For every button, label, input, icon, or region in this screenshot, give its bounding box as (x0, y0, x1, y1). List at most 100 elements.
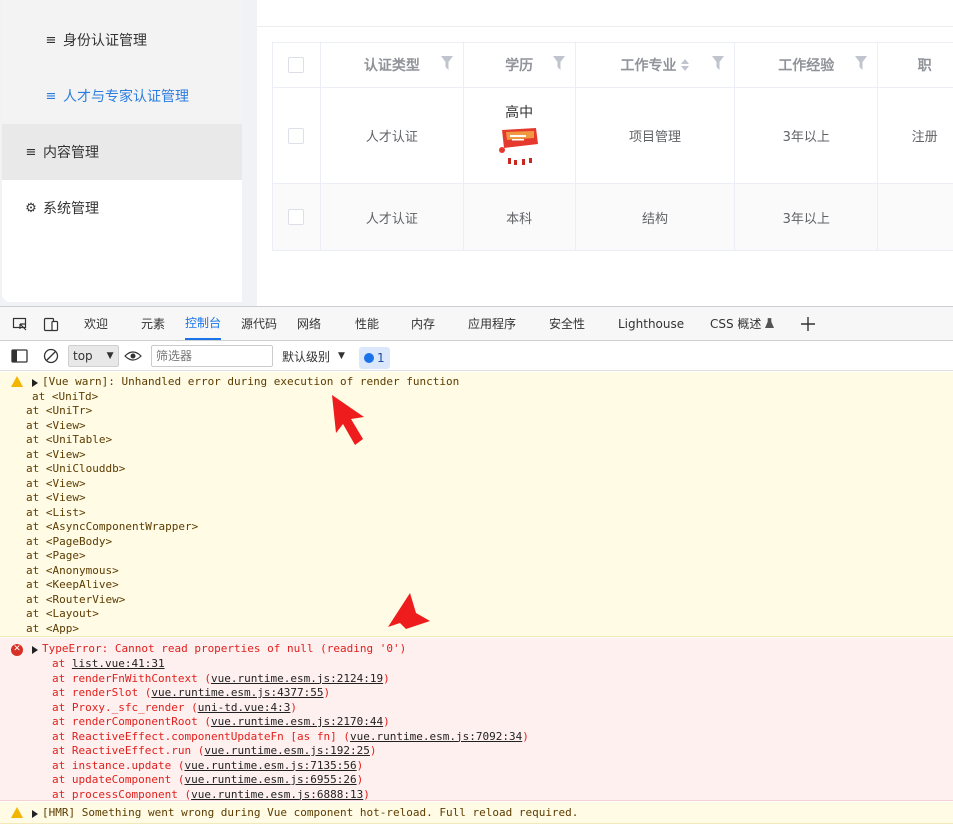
tab-sources[interactable]: 源代码 (241, 307, 277, 340)
stack-frame: at <App> (26, 621, 79, 635)
stack-frame: at <UniTable> (26, 433, 113, 446)
certificate-thumbnail-image[interactable] (496, 125, 543, 170)
sidebar: ≡ 身份认证管理 ≡ 人才与专家认证管理 ≡ 内容管理 ⚙ 系统管理 (2, 0, 242, 302)
source-link[interactable]: vue.runtime.esm.js:6888:13 (191, 788, 363, 801)
source-link[interactable]: vue.runtime.esm.js:6955:26 (184, 773, 356, 786)
warning-title: [HMR] Something went wrong during Vue co… (42, 806, 579, 819)
chevron-down-icon: ▼ (106, 351, 114, 361)
tab-console[interactable]: 控制台 (185, 307, 222, 340)
cell-auth-type: 人才认证 (320, 184, 464, 251)
stack-frame: at <PageBody> (26, 534, 113, 548)
inspect-element-icon[interactable] (12, 316, 28, 332)
stack-frame-function: at instance.update ( (52, 758, 185, 772)
expand-triangle-icon[interactable] (32, 810, 38, 818)
stack-frame-function: at Proxy._sfc_render ( (52, 700, 198, 714)
source-link[interactable]: vue.runtime.esm.js:7135:56 (184, 759, 356, 772)
clear-console-icon[interactable] (43, 348, 59, 364)
console-filter-input[interactable] (151, 345, 273, 367)
context-value: top (73, 349, 93, 363)
log-level-dropdown[interactable]: 默认级别 ▼ (282, 345, 345, 367)
flask-icon (765, 318, 775, 328)
gear-icon: ⚙ (25, 200, 37, 216)
sidebar-item-label: 系统管理 (43, 201, 99, 217)
cell-major: 结构 (575, 184, 736, 251)
source-link[interactable]: vue.runtime.esm.js:2124:19 (211, 672, 383, 685)
device-emulation-icon[interactable] (43, 316, 59, 332)
expand-triangle-icon[interactable] (32, 646, 38, 654)
cell-experience: 3年以上 (735, 184, 879, 251)
cell-title: 注册 (878, 88, 953, 184)
tab-memory[interactable]: 内存 (411, 307, 435, 340)
source-link[interactable]: vue.runtime.esm.js:4377:55 (151, 686, 323, 699)
tab-css-overview[interactable]: CSS 概述 (710, 307, 775, 340)
tab-security[interactable]: 安全性 (549, 307, 585, 340)
row-checkbox-cell (273, 88, 321, 184)
stack-frame-end: ) (363, 787, 370, 801)
table-row[interactable]: 人才认证 本科 结构 3年以上 (273, 184, 953, 251)
filter-icon[interactable] (855, 56, 868, 70)
row-checkbox[interactable] (288, 127, 305, 144)
stack-frame: at <View> (26, 418, 86, 432)
stack-frame: at renderFnWithContext (vue.runtime.esm.… (52, 672, 390, 687)
stack-frame: at <View> (26, 476, 86, 490)
tab-lighthouse[interactable]: Lighthouse (618, 307, 684, 340)
header-label: 职 (917, 58, 932, 74)
annotation-arrow-icon (388, 593, 430, 629)
tab-network[interactable]: 网络 (297, 307, 321, 340)
stack-frame: at <Layout> (26, 607, 99, 620)
sidebar-item-system[interactable]: ⚙ 系统管理 (2, 180, 242, 236)
add-tab-icon[interactable] (800, 316, 816, 332)
context-selector[interactable]: top ▼ (68, 345, 119, 367)
header-label: 工作经验 (778, 58, 835, 74)
row-checkbox[interactable] (288, 209, 305, 225)
header-divider (257, 26, 953, 27)
stack-frame: at <List> (26, 505, 86, 519)
source-link[interactable]: vue.runtime.esm.js:2170:44 (211, 715, 383, 728)
source-link[interactable]: list.vue:41:31 (72, 657, 165, 670)
log-level-value: 默认级别 (282, 349, 331, 364)
expand-triangle-icon[interactable] (32, 379, 38, 387)
cell-major: 项目管理 (575, 88, 736, 184)
console-toolbar: top ▼ 默认级别 ▼ 1 (0, 341, 953, 371)
table-row[interactable]: 人才认证 高中 项目管理 3年以上 注册 (273, 88, 953, 184)
filter-icon[interactable] (440, 56, 453, 70)
tab-welcome[interactable]: 欢迎 (84, 307, 108, 340)
tab-performance[interactable]: 性能 (355, 307, 379, 340)
sidebar-item-content[interactable]: ≡ 内容管理 (2, 124, 242, 180)
header-cell-title: 职 (878, 43, 953, 88)
sort-icon[interactable] (681, 59, 690, 71)
issues-badge[interactable]: 1 (359, 347, 390, 369)
stack-frame: at instance.update (vue.runtime.esm.js:7… (52, 759, 363, 774)
sidebar-item-talent-expert-auth[interactable]: ≡ 人才与专家认证管理 (2, 68, 242, 124)
stack-frame: at <KeepAlive> (26, 578, 119, 591)
console-error-message: ✕ TypeError: Cannot read properties of n… (0, 638, 953, 801)
source-link[interactable]: vue.runtime.esm.js:192:25 (204, 744, 370, 757)
header-checkbox-cell (273, 43, 321, 88)
select-all-checkbox[interactable] (288, 57, 305, 73)
stack-frame: at processComponent (vue.runtime.esm.js:… (52, 788, 370, 803)
tab-elements[interactable]: 元素 (141, 307, 165, 340)
list-icon: ≡ (45, 88, 57, 104)
stack-frame: at renderComponentRoot (vue.runtime.esm.… (52, 715, 390, 730)
stack-frame: at updateComponent (vue.runtime.esm.js:6… (52, 773, 363, 788)
source-link[interactable]: uni-td.vue:4:3 (198, 701, 291, 714)
devtools-tab-bar: 欢迎 元素 控制台 源代码 网络 性能 内存 应用程序 安全性 Lighthou… (0, 307, 953, 341)
source-link[interactable]: vue.runtime.esm.js:7092:34 (350, 730, 522, 743)
issues-count: 1 (377, 351, 385, 365)
table-header-row: 认证类型 学历 工作专业 工作经验 职 (273, 43, 953, 88)
sidebar-toggle-icon[interactable] (11, 349, 28, 363)
stack-frame-end: ) (323, 686, 331, 699)
stack-frame-function: at processComponent ( (52, 787, 192, 801)
filter-icon[interactable] (712, 56, 725, 70)
filter-icon[interactable] (552, 56, 565, 70)
app-area: ≡ 身份认证管理 ≡ 人才与专家认证管理 ≡ 内容管理 ⚙ 系统管理 认证类型 … (0, 0, 953, 306)
header-label: 工作专业 (620, 58, 677, 74)
tab-application[interactable]: 应用程序 (468, 307, 516, 340)
stack-frame-end: ) (356, 773, 364, 786)
eye-icon[interactable] (124, 350, 142, 362)
sidebar-item-label: 内容管理 (43, 145, 99, 161)
stack-frame: at ReactiveEffect.componentUpdateFn [as … (52, 730, 529, 745)
sidebar-item-identity-auth[interactable]: ≡ 身份认证管理 (2, 12, 242, 68)
stack-frame: at ReactiveEffect.run (vue.runtime.esm.j… (52, 744, 377, 759)
stack-frame-function: at ReactiveEffect.run ( (52, 744, 205, 757)
